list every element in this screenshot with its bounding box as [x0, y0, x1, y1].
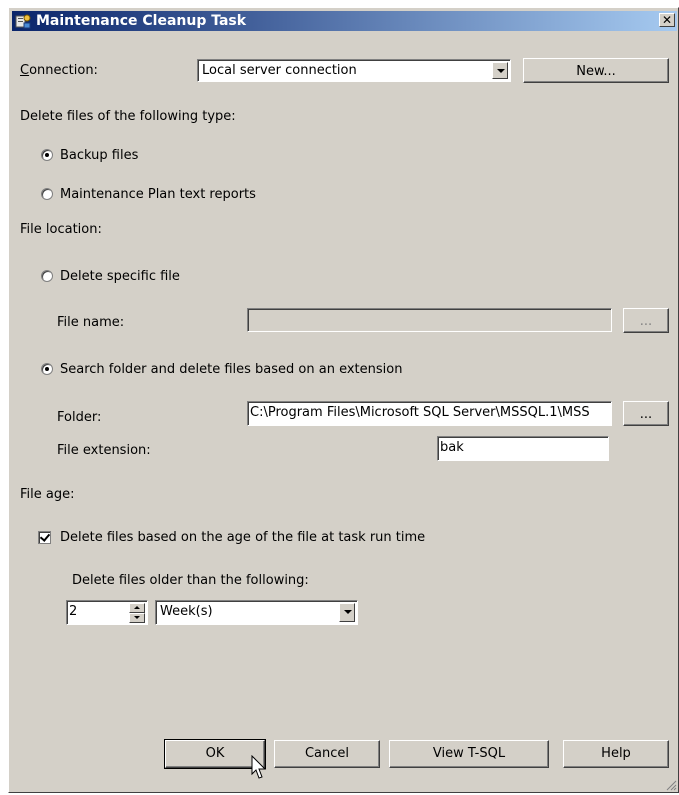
folder-browse-button[interactable]: ... [623, 401, 669, 426]
delete-specific-file-radio[interactable] [41, 270, 53, 282]
spin-down-icon[interactable] [129, 613, 145, 623]
backup-files-radio[interactable] [41, 149, 53, 161]
maintenance-cleanup-dialog: Maintenance Cleanup Task ✕ Connection: L… [8, 7, 679, 793]
age-amount-spinner[interactable]: 2 [66, 600, 148, 625]
text-reports-label[interactable]: Maintenance Plan text reports [60, 187, 256, 202]
window-title: Maintenance Cleanup Task [36, 13, 247, 29]
age-amount-value: 2 [69, 604, 78, 619]
file-age-heading: File age: [20, 487, 75, 502]
spin-up-icon[interactable] [129, 603, 145, 613]
delete-type-heading: Delete files of the following type: [20, 109, 236, 124]
new-connection-button[interactable]: New... [523, 58, 669, 83]
file-name-browse-label: ... [639, 314, 653, 329]
connection-label-rest: onnection: [29, 63, 98, 78]
delete-by-age-checkbox[interactable] [38, 531, 51, 544]
search-folder-radio[interactable] [41, 363, 53, 375]
new-connection-label: New... [576, 64, 616, 79]
file-extension-label: File extension: [57, 443, 151, 458]
file-extension-value: bak [440, 440, 464, 455]
help-label: Help [601, 746, 631, 761]
folder-input[interactable]: C:\Program Files\Microsoft SQL Server\MS… [247, 401, 612, 426]
folder-value: C:\Program Files\Microsoft SQL Server\MS… [250, 405, 590, 420]
resize-grip-icon[interactable] [665, 779, 677, 791]
backup-files-label[interactable]: Backup files [60, 148, 138, 163]
dropdown-arrow-icon[interactable] [492, 62, 508, 79]
file-name-input[interactable] [247, 308, 612, 332]
title-bar[interactable]: Maintenance Cleanup Task ✕ [12, 11, 677, 31]
connection-value: Local server connection [202, 63, 357, 78]
connection-label: Connection: [20, 63, 98, 78]
connection-dropdown[interactable]: Local server connection [197, 59, 511, 82]
folder-browse-label: ... [639, 407, 653, 422]
close-icon[interactable]: ✕ [659, 13, 675, 27]
search-folder-label[interactable]: Search folder and delete files based on … [60, 362, 402, 377]
text-reports-radio[interactable] [41, 188, 53, 200]
age-unit-value: Week(s) [160, 604, 213, 619]
mouse-cursor-icon [251, 755, 267, 779]
view-tsql-button[interactable]: View T-SQL [389, 740, 549, 768]
dropdown-arrow-icon[interactable] [339, 603, 355, 622]
age-unit-dropdown[interactable]: Week(s) [155, 600, 358, 625]
cancel-button[interactable]: Cancel [274, 740, 380, 768]
app-icon [15, 14, 31, 29]
view-tsql-label: View T-SQL [432, 746, 506, 761]
help-button[interactable]: Help [563, 740, 669, 768]
ok-label: OK [205, 746, 225, 761]
file-extension-input[interactable]: bak [437, 436, 609, 461]
file-name-browse-button[interactable]: ... [623, 308, 669, 333]
file-name-label: File name: [57, 315, 125, 330]
delete-specific-file-label[interactable]: Delete specific file [60, 269, 180, 284]
ok-button[interactable]: OK [164, 739, 266, 769]
folder-label: Folder: [57, 410, 102, 425]
cancel-label: Cancel [304, 746, 350, 761]
delete-by-age-label[interactable]: Delete files based on the age of the fil… [60, 530, 425, 545]
file-location-heading: File location: [20, 222, 102, 237]
older-than-label: Delete files older than the following: [72, 573, 309, 588]
